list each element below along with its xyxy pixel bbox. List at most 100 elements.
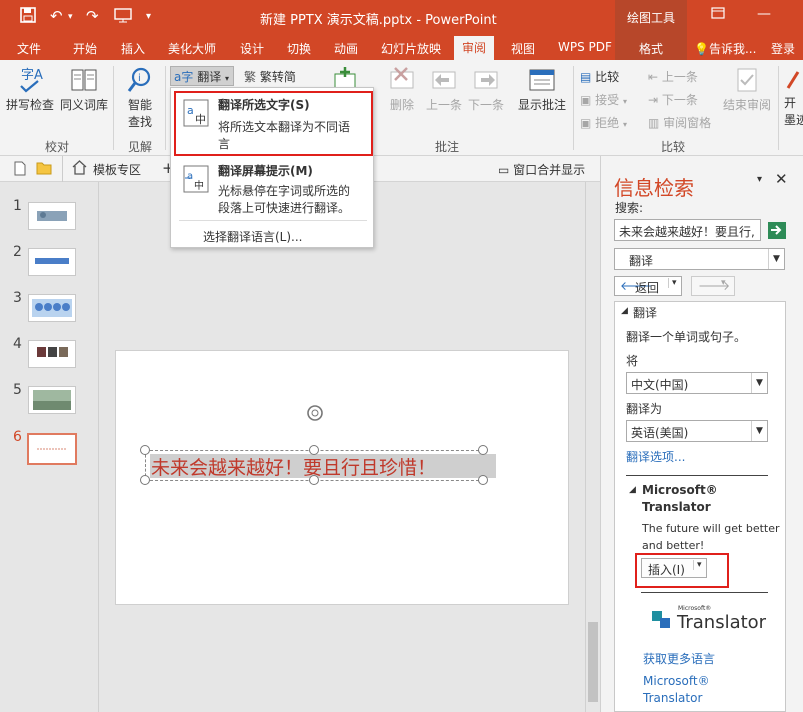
provider-name-2: Translator: [642, 500, 711, 514]
tab-file[interactable]: 文件: [17, 40, 41, 57]
slide-thumbnail-2[interactable]: [28, 248, 76, 276]
thesaurus-icon: [71, 69, 97, 91]
save-icon[interactable]: [20, 7, 36, 27]
vertical-scrollbar[interactable]: [585, 182, 600, 712]
undo-dropdown-icon[interactable]: ▾: [68, 12, 73, 22]
accept-button[interactable]: ▣ 接受 ▾: [580, 91, 627, 108]
collapse-icon[interactable]: ◢: [621, 306, 628, 316]
next-change-button[interactable]: ⇥ 下一条: [648, 91, 698, 108]
ink-button[interactable]: 开 墨迹: [784, 66, 803, 128]
redo-icon[interactable]: ↷: [86, 7, 99, 25]
tab-insert[interactable]: 插入: [121, 40, 145, 57]
to-label: 翻译为: [626, 402, 663, 416]
slide-number: 1: [13, 198, 22, 214]
tab-view[interactable]: 视图: [511, 40, 535, 57]
svg-text:i: i: [138, 73, 141, 84]
pane-options-icon[interactable]: ▾: [757, 174, 762, 185]
rotate-handle-icon[interactable]: [305, 403, 325, 426]
window-title: 新建 PPTX 演示文稿.pptx - PowerPoint: [260, 13, 497, 28]
tab-slideshow[interactable]: 幻灯片放映: [381, 40, 441, 57]
scroll-thumb[interactable]: [588, 622, 598, 702]
home-icon[interactable]: [72, 160, 87, 178]
new-document-icon[interactable]: [14, 161, 26, 179]
search-input[interactable]: 未来会越来越好！要且行,: [614, 219, 761, 241]
microsoft-translator-link-2[interactable]: Translator: [643, 691, 702, 705]
next-comment-button[interactable]: 下一条: [466, 66, 506, 113]
login-link[interactable]: 登录: [771, 40, 795, 57]
collapse-icon[interactable]: ◢: [629, 485, 636, 495]
thesaurus-button[interactable]: 同义词库: [58, 66, 110, 113]
previous-comment-button[interactable]: 上一条: [424, 66, 464, 113]
slideshow-from-start-icon[interactable]: [114, 7, 132, 27]
convert-simplified-button[interactable]: 繁 繁转简: [244, 68, 296, 85]
customize-toolbar-icon[interactable]: ▾: [146, 11, 151, 22]
delete-comment-button[interactable]: 删除: [382, 66, 422, 113]
tab-format[interactable]: 格式: [639, 40, 663, 57]
source-select[interactable]: 翻译 ▼: [614, 248, 785, 270]
minimize-icon[interactable]: —: [757, 6, 771, 22]
resize-handle[interactable]: [140, 475, 150, 485]
slide-text[interactable]: 未来会越来越好！要且行且珍惜！: [151, 453, 436, 480]
svg-text:a: a: [187, 171, 193, 182]
slide-thumbnail-5[interactable]: [28, 386, 76, 414]
review-pane-button[interactable]: ▥ 审阅窗格: [648, 114, 711, 131]
tab-design[interactable]: 设计: [240, 40, 264, 57]
from-label: 将: [626, 354, 639, 368]
translate-screentip-item[interactable]: a中 翻译屏幕提示(M) 光标悬停在字词或所选的 段落上可快速进行翻译。: [173, 158, 371, 218]
translate-dropdown-button[interactable]: a字 翻译 ▾: [170, 66, 234, 86]
instruction-text: 翻译一个单词或句子。: [626, 330, 747, 344]
accept-icon: ▣: [580, 93, 592, 107]
end-review-button[interactable]: 结束审阅: [720, 66, 774, 113]
reject-button[interactable]: ▣ 拒绝 ▾: [580, 114, 627, 131]
chevron-down-icon: ▾: [623, 97, 628, 106]
spell-check-button[interactable]: 字A 拼写检查: [4, 66, 56, 113]
forward-button[interactable]: 🡒 ▾: [691, 276, 735, 296]
spell-check-icon: 字A: [20, 68, 43, 93]
slide-thumbnail-4[interactable]: [28, 340, 76, 368]
compare-button[interactable]: ▤ 比较: [580, 68, 619, 85]
back-button[interactable]: 🡐 返回 ▾: [614, 276, 682, 296]
tab-animations[interactable]: 动画: [334, 40, 358, 57]
chevron-down-icon: ▾: [721, 278, 726, 288]
previous-change-button[interactable]: ⇤ 上一条: [648, 68, 698, 85]
folder-icon[interactable]: [36, 161, 52, 178]
tab-transitions[interactable]: 切换: [287, 40, 311, 57]
choose-translation-language-item[interactable]: 选择翻译语言(L)...: [203, 228, 303, 245]
show-comments-button[interactable]: 显示批注: [515, 66, 569, 113]
highlight-box: [174, 91, 373, 156]
svg-text:字A: 字A: [21, 68, 43, 83]
provider-name: Microsoft®: [642, 483, 718, 497]
merge-windows-button[interactable]: ▭ 窗口合并显示: [498, 161, 585, 178]
tab-review[interactable]: 审阅: [454, 36, 495, 60]
tab-wps-pdf[interactable]: WPS PDF: [558, 40, 612, 54]
smart-lookup-button[interactable]: i 智能 查找: [120, 66, 160, 130]
tell-me-search[interactable]: 💡告诉我...: [694, 40, 756, 57]
resize-handle[interactable]: [309, 445, 319, 455]
slide-thumbnail-1[interactable]: [28, 202, 76, 230]
resize-handle[interactable]: [140, 445, 150, 455]
microsoft-translator-link[interactable]: Microsoft®: [643, 674, 710, 688]
undo-icon[interactable]: ↶: [50, 7, 63, 25]
smart-lookup-icon: i: [127, 67, 151, 92]
resize-handle[interactable]: [309, 475, 319, 485]
translation-options-link[interactable]: 翻译选项...: [626, 448, 685, 465]
slide-thumbnail-6[interactable]: [27, 433, 77, 465]
slide-thumbnail-3[interactable]: [28, 294, 76, 322]
from-language-select[interactable]: 中文(中国) ▼: [626, 372, 768, 394]
resize-handle[interactable]: [478, 445, 488, 455]
tab-beautify[interactable]: 美化大师: [168, 40, 216, 57]
to-language-select[interactable]: 英语(美国) ▼: [626, 420, 768, 442]
close-icon[interactable]: ✕: [775, 170, 788, 188]
tab-home[interactable]: 开始: [73, 40, 97, 57]
highlight-box: [635, 553, 729, 588]
review-pane-icon: ▥: [648, 116, 660, 130]
ribbon-display-options-icon[interactable]: [711, 6, 725, 24]
svg-text:中: 中: [194, 179, 204, 192]
template-zone-tab[interactable]: 模板专区: [93, 161, 141, 178]
previous-change-icon: ⇤: [648, 70, 659, 84]
start-search-icon[interactable]: [768, 222, 786, 239]
pane-title: 信息检索: [614, 176, 694, 200]
resize-handle[interactable]: [478, 475, 488, 485]
more-languages-link[interactable]: 获取更多语言: [643, 650, 715, 667]
slide-canvas[interactable]: 未来会越来越好！要且行且珍惜！: [115, 350, 569, 605]
